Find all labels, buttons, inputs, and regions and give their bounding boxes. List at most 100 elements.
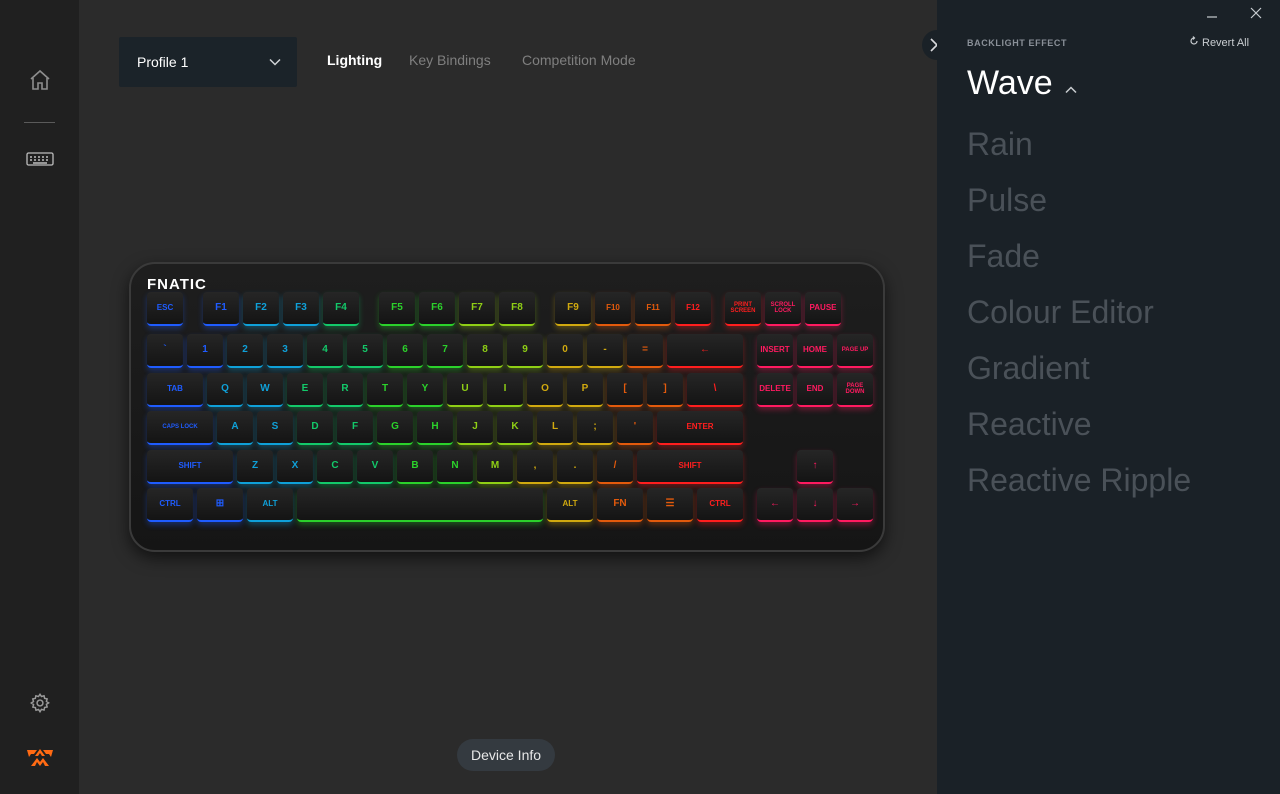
keyboard-key: ALT [547,488,593,522]
close-window-icon[interactable] [1244,4,1268,22]
keyboard-key: - [587,334,623,368]
keyboard-key: ENTER [657,411,743,445]
effect-option-reactive[interactable]: Reactive [967,404,1191,460]
keyboard-key: E [287,373,323,407]
keyboard-key: ⊞ [197,488,243,522]
profile-select[interactable]: Profile 1 [119,37,297,87]
revert-icon [1189,36,1199,49]
keyboard-key: [ [607,373,643,407]
keyboard-key: PAUSE [805,292,841,326]
keyboard-key: ↓ [797,488,833,522]
left-rail [0,0,79,794]
keyboard-key: SHIFT [147,450,233,484]
keyboard-key: ] [647,373,683,407]
keyboard-key: 8 [467,334,503,368]
tab-key-bindings[interactable]: Key Bindings [409,52,491,68]
keyboard-key: , [517,450,553,484]
keyboard-key: PAGE DOWN [837,373,873,407]
keyboard-key: SHIFT [637,450,743,484]
keyboard-key: . [557,450,593,484]
keyboard-key: O [527,373,563,407]
keyboard-key: PRINT SCREEN [725,292,761,326]
keyboard-key: ` [147,334,183,368]
keyboard-key: 7 [427,334,463,368]
keyboard-key: F3 [283,292,319,326]
current-effect-dropdown[interactable]: Wave [967,64,1077,103]
settings-icon[interactable] [0,690,79,716]
keyboard-key: F1 [203,292,239,326]
keyboard-key: SCROLL LOCK [765,292,801,326]
keyboard-key: C [317,450,353,484]
keyboard-key: R [327,373,363,407]
keyboard-key: Y [407,373,443,407]
keyboard-key: DELETE [757,373,793,407]
keyboard-key: 9 [507,334,543,368]
keyboard-key: F8 [499,292,535,326]
keyboard-key: F2 [243,292,279,326]
keyboard-brand: FNATIC [147,276,207,293]
tab-competition-mode[interactable]: Competition Mode [522,52,636,68]
keyboard-key: \ [687,373,743,407]
keyboard-key: END [797,373,833,407]
keyboard-key: S [257,411,293,445]
minimize-icon[interactable] [1200,4,1224,22]
keyboard-key: / [597,450,633,484]
effect-option-rain[interactable]: Rain [967,124,1191,180]
keyboard-key: X [277,450,313,484]
keyboard-key: CTRL [147,488,193,522]
keyboard-key: F5 [379,292,415,326]
keyboard-key: ← [757,488,793,522]
effect-option-pulse[interactable]: Pulse [967,180,1191,236]
effect-option-colour-editor[interactable]: Colour Editor [967,292,1191,348]
keyboard-key: HOME [797,334,833,368]
tab-lighting[interactable]: Lighting [327,52,382,68]
keyboard-key: Q [207,373,243,407]
keyboard-key: F9 [555,292,591,326]
effect-option-fade[interactable]: Fade [967,236,1191,292]
keyboard-key: FN [597,488,643,522]
keyboard-key: ESC [147,292,183,326]
keyboard-key: CTRL [697,488,743,522]
effect-option-gradient[interactable]: Gradient [967,348,1191,404]
keyboard-key: ← [667,334,743,368]
keyboard-key: F12 [675,292,711,326]
keyboard-key: INSERT [757,334,793,368]
keyboard-key: M [477,450,513,484]
effects-list: Rain Pulse Fade Colour Editor Gradient R… [967,124,1191,516]
effects-panel: BACKLIGHT EFFECT Revert All Wave Rain Pu… [937,0,1280,794]
keyboard-key: ↑ [797,450,833,484]
keyboard-key: 2 [227,334,263,368]
keyboard-key: → [837,488,873,522]
keyboard-key: B [397,450,433,484]
keyboard-key: F11 [635,292,671,326]
keyboard-key [297,488,543,522]
keyboard-key: ☰ [647,488,693,522]
rail-divider [24,122,55,123]
keyboard-key: N [437,450,473,484]
keyboard-icon[interactable] [0,150,79,168]
keyboard-key: I [487,373,523,407]
keyboard-key: ' [617,411,653,445]
profile-value: Profile 1 [137,54,189,70]
app-window: Profile 1 Lighting Key Bindings Competit… [0,0,1280,794]
fnatic-logo-icon[interactable] [0,744,79,770]
current-effect: Wave [967,64,1053,102]
keyboard-key: ; [577,411,613,445]
revert-all-button[interactable]: Revert All [1189,36,1249,49]
keyboard-key: H [417,411,453,445]
keyboard-key: Z [237,450,273,484]
home-icon[interactable] [0,66,79,94]
keyboard-key: A [217,411,253,445]
keyboard-key: F10 [595,292,631,326]
keyboard-key: ALT [247,488,293,522]
revert-all-label: Revert All [1202,36,1250,49]
keyboard-key: W [247,373,283,407]
keyboard-key: 3 [267,334,303,368]
keyboard-key: F6 [419,292,455,326]
keyboard-key: 4 [307,334,343,368]
keyboard-key: CAPS LOCK [147,411,213,445]
keyboard-key: F [337,411,373,445]
effect-option-reactive-ripple[interactable]: Reactive Ripple [967,460,1191,516]
keyboard-key: V [357,450,393,484]
device-info-button[interactable]: Device Info [457,739,556,771]
